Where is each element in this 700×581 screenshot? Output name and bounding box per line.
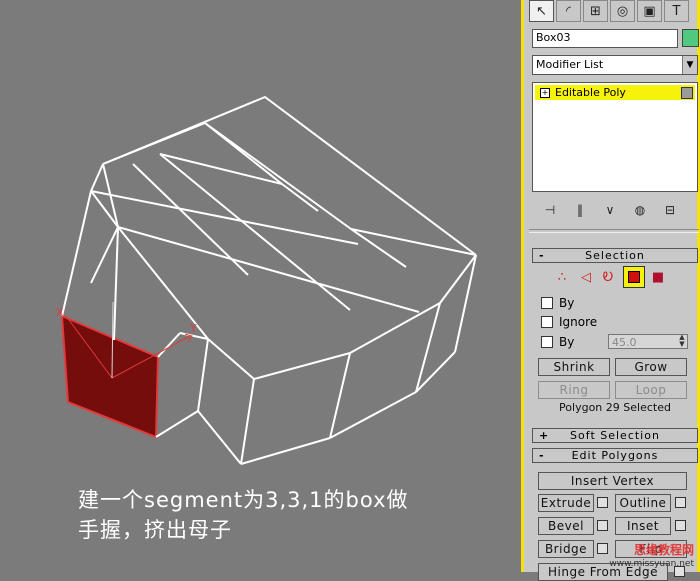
selection-rollout-header[interactable]: - Selection	[532, 248, 698, 263]
by-vertex-checkbox[interactable]: By	[541, 296, 574, 310]
vertex-mode-icon[interactable]: ∴	[551, 266, 573, 288]
command-panel: ↖ ◜ ⊞ ◎ ▣ T Box03 Modifier List ▼ + Edita…	[521, 0, 700, 581]
object-color-swatch[interactable]	[682, 29, 699, 47]
by-vertex-label: By	[559, 296, 575, 310]
angle-spinner[interactable]: ▲ ▼	[677, 334, 687, 349]
watermark-url: www.missyuan.net	[609, 559, 694, 569]
ring-button[interactable]: Ring	[538, 381, 610, 399]
gizmo-x-label: X	[56, 306, 64, 319]
shrink-button[interactable]: Shrink	[538, 358, 610, 376]
display-icon[interactable]: ▣	[637, 0, 662, 22]
modify-icon[interactable]: ◜	[556, 0, 581, 22]
selection-rollout-title: Selection	[585, 249, 645, 262]
make-unique-icon[interactable]: ∨	[595, 203, 625, 217]
panel-highlight-border	[521, 0, 524, 572]
extrude-button[interactable]: Extrude	[538, 494, 594, 512]
insert-vertex-button[interactable]: Insert Vertex	[538, 472, 687, 490]
soft-selection-title: Soft Selection	[570, 429, 660, 442]
hierarchy-icon[interactable]: ⊞	[583, 0, 608, 22]
outline-settings-button[interactable]	[675, 497, 686, 508]
gizmo-y-label: Y	[190, 322, 197, 335]
bevel-button[interactable]: Bevel	[538, 517, 594, 535]
show-end-result-icon[interactable]: ‖	[565, 203, 595, 217]
bridge-settings-button[interactable]	[597, 543, 608, 554]
angle-input[interactable]: 45.0	[608, 334, 688, 349]
extrude-settings-button[interactable]	[597, 497, 608, 508]
modifier-stack[interactable]: + Editable Poly	[532, 82, 698, 192]
bridge-button[interactable]: Bridge	[538, 540, 594, 558]
pin-stack-icon[interactable]: ⊣	[535, 203, 565, 217]
loop-button[interactable]: Loop	[615, 381, 687, 399]
by-angle-label: By	[559, 335, 575, 349]
ignore-backfacing-checkbox[interactable]: Ignore	[541, 315, 597, 329]
remove-modifier-icon[interactable]: ◍	[625, 203, 655, 217]
soft-selection-rollout-header[interactable]: + Soft Selection	[532, 428, 698, 443]
element-mode-icon[interactable]: ■	[647, 266, 669, 288]
checkbox-box[interactable]	[541, 316, 553, 328]
watermark: 思缘教程网	[633, 543, 694, 557]
stack-toolbar: ⊣ ‖ ∨ ◍ ⊟	[535, 200, 695, 220]
checkbox-box[interactable]	[541, 336, 553, 348]
perspective-viewport[interactable]: X Y 建一个segment为3,3,1的box做 手握，挤出母子	[0, 0, 521, 572]
inset-button[interactable]: Inset	[615, 517, 671, 535]
edit-polygons-title: Edit Polygons	[571, 449, 659, 462]
edit-polygons-rollout-header[interactable]: - Edit Polygons	[532, 448, 698, 463]
grow-button[interactable]: Grow	[615, 358, 687, 376]
object-name-field[interactable]: Box03	[532, 29, 678, 48]
inset-settings-button[interactable]	[675, 520, 686, 531]
stack-item-editable-poly[interactable]: + Editable Poly	[535, 85, 695, 100]
motion-icon[interactable]: ◎	[610, 0, 635, 22]
utilities-icon[interactable]: T	[664, 0, 689, 22]
create-icon[interactable]: ↖	[529, 0, 554, 22]
stack-item-label: Editable Poly	[555, 86, 626, 99]
ignore-backfacing-label: Ignore	[559, 315, 598, 329]
modifier-list-dropdown[interactable]: Modifier List ▼	[532, 55, 698, 75]
configure-modifier-sets-icon[interactable]: ⊟	[655, 203, 685, 217]
bevel-settings-button[interactable]	[597, 520, 608, 531]
expand-icon[interactable]: +	[540, 88, 550, 98]
polygon-mode-icon[interactable]	[623, 266, 645, 288]
checkbox-box[interactable]	[541, 297, 553, 309]
selected-polygon	[60, 314, 160, 439]
by-angle-checkbox[interactable]: By	[541, 335, 574, 349]
outline-button[interactable]: Outline	[615, 494, 671, 512]
panel-divider	[529, 229, 699, 233]
caption-line-2: 手握，挤出母子	[78, 518, 232, 542]
edge-mode-icon[interactable]: ◁	[575, 266, 597, 288]
border-mode-icon[interactable]: Ꭷ	[597, 266, 619, 288]
selection-status: Polygon 29 Selected	[559, 401, 671, 414]
chevron-down-icon[interactable]: ▼	[682, 56, 697, 74]
modifier-list-label: Modifier List	[536, 58, 604, 71]
command-panel-tabs: ↖ ◜ ⊞ ◎ ▣ T	[529, 0, 697, 22]
caption-line-1: 建一个segment为3,3,1的box做	[78, 488, 409, 512]
stack-item-toggle[interactable]	[681, 87, 693, 99]
